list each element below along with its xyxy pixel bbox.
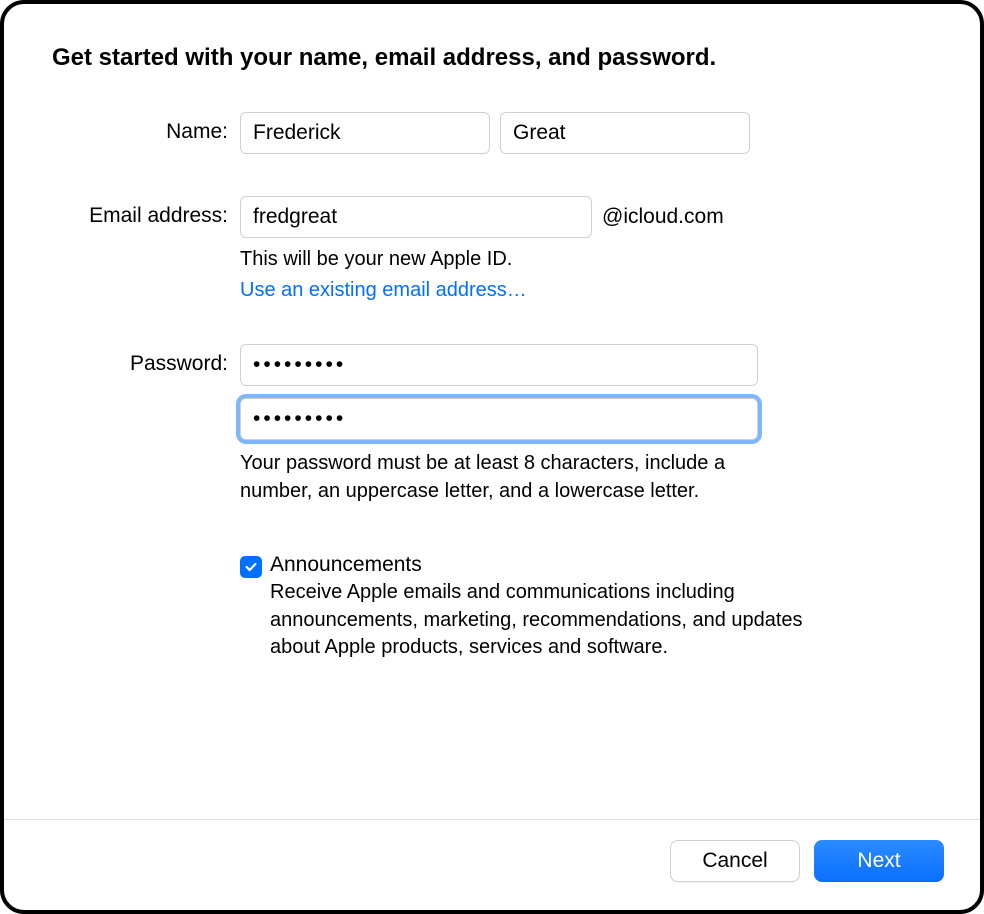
password-label: Password:	[52, 344, 240, 376]
next-button[interactable]: Next	[814, 840, 944, 882]
email-helper-text: This will be your new Apple ID.	[240, 246, 932, 273]
announcements-title: Announcements	[270, 553, 810, 577]
announcements-description: Receive Apple emails and communications …	[270, 579, 810, 662]
last-name-input[interactable]	[500, 112, 750, 154]
page-heading: Get started with your name, email addres…	[52, 44, 932, 72]
use-existing-email-link[interactable]: Use an existing email address…	[240, 279, 932, 302]
announcements-checkbox[interactable]	[240, 556, 262, 578]
password-input[interactable]	[240, 344, 758, 386]
email-label: Email address:	[52, 196, 240, 228]
name-label: Name:	[52, 112, 240, 144]
password-helper-text: Your password must be at least 8 charact…	[240, 450, 752, 505]
email-suffix: @icloud.com	[602, 205, 724, 229]
checkmark-icon	[244, 560, 258, 574]
cancel-button[interactable]: Cancel	[670, 840, 800, 882]
first-name-input[interactable]	[240, 112, 490, 154]
password-confirm-input[interactable]	[240, 398, 758, 440]
email-input[interactable]	[240, 196, 592, 238]
dialog-footer: Cancel Next	[4, 819, 980, 910]
